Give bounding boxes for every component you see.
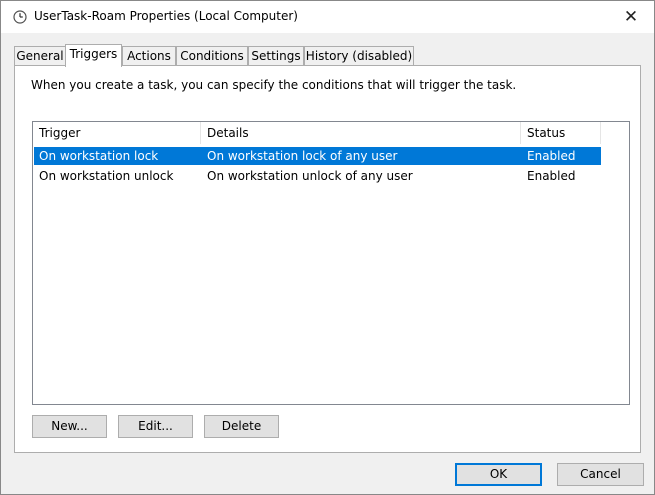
properties-dialog: UserTask-Roam Properties (Local Computer… bbox=[0, 0, 655, 495]
triggers-list[interactable]: Trigger Details Status On workstation lo… bbox=[32, 121, 630, 405]
trigger-cell: On workstation lock bbox=[39, 149, 159, 163]
tab-general[interactable]: General bbox=[14, 46, 66, 65]
window-title: UserTask-Roam Properties (Local Computer… bbox=[34, 9, 298, 23]
close-icon: ✕ bbox=[623, 7, 639, 27]
tab-history[interactable]: History (disabled) bbox=[304, 46, 414, 65]
status-cell: Enabled bbox=[527, 149, 576, 163]
tab-actions[interactable]: Actions bbox=[122, 46, 176, 65]
status-cell: Enabled bbox=[527, 169, 576, 183]
details-cell: On workstation lock of any user bbox=[207, 149, 398, 163]
column-header-trigger[interactable]: Trigger bbox=[33, 122, 201, 144]
tab-conditions[interactable]: Conditions bbox=[176, 46, 248, 65]
edit-trigger-button[interactable]: Edit... bbox=[118, 415, 193, 438]
trigger-cell: On workstation unlock bbox=[39, 169, 174, 183]
ok-button[interactable]: OK bbox=[455, 463, 542, 486]
title-bar[interactable]: UserTask-Roam Properties (Local Computer… bbox=[1, 1, 654, 33]
close-button[interactable]: ✕ bbox=[608, 1, 654, 33]
instruction-text: When you create a task, you can specify … bbox=[31, 78, 517, 92]
column-header-status[interactable]: Status bbox=[521, 122, 601, 144]
tab-triggers[interactable]: Triggers bbox=[65, 44, 122, 67]
new-trigger-button[interactable]: New... bbox=[32, 415, 107, 438]
delete-trigger-button[interactable]: Delete bbox=[204, 415, 279, 438]
triggers-panel: When you create a task, you can specify … bbox=[14, 65, 641, 453]
clock-icon bbox=[13, 10, 27, 24]
list-header: Trigger Details Status bbox=[33, 122, 601, 144]
details-cell: On workstation unlock of any user bbox=[207, 169, 413, 183]
cancel-button[interactable]: Cancel bbox=[557, 463, 644, 486]
table-row[interactable]: On workstation unlock On workstation unl… bbox=[34, 167, 601, 185]
tab-settings[interactable]: Settings bbox=[248, 46, 304, 65]
table-row[interactable]: On workstation lock On workstation lock … bbox=[34, 147, 601, 165]
column-header-details[interactable]: Details bbox=[201, 122, 521, 144]
